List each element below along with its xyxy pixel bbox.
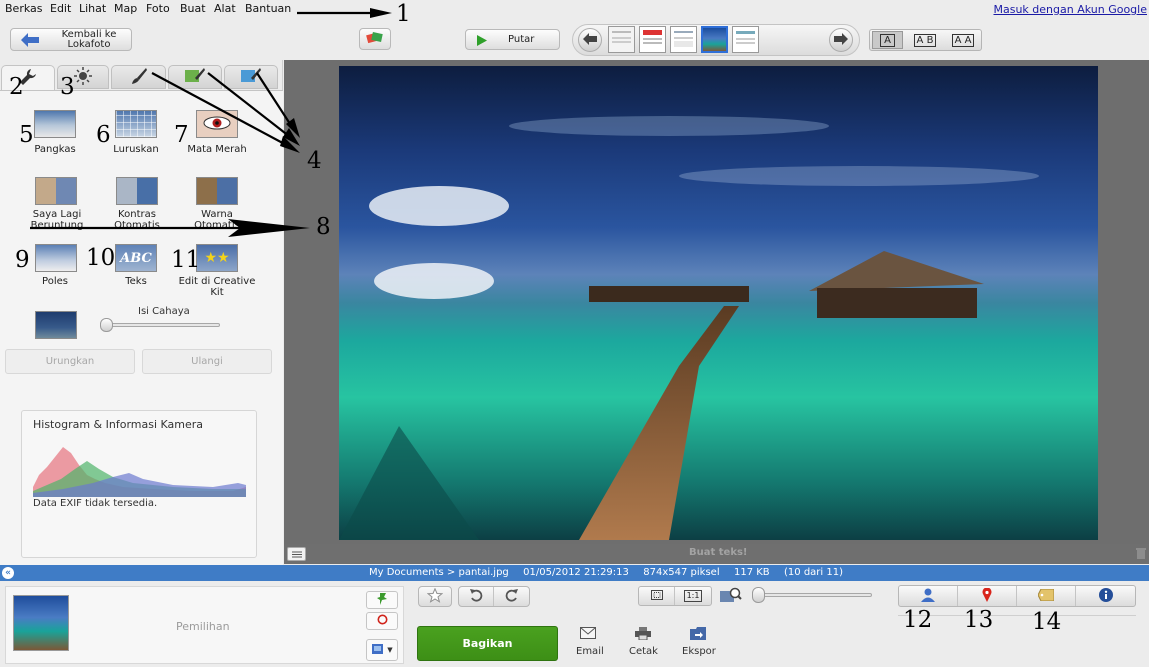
annotation-12: 12 <box>903 607 933 633</box>
annotation-7: 7 <box>174 122 189 148</box>
annotation-14: 14 <box>1032 609 1062 635</box>
annotation-6: 6 <box>96 122 111 148</box>
annotation-9: 9 <box>15 247 30 273</box>
annotation-2: 2 <box>9 74 24 100</box>
annotation-8: 8 <box>316 214 331 240</box>
annotation-11: 11 <box>171 247 201 273</box>
annotation-5: 5 <box>19 122 34 148</box>
annotation-10: 10 <box>86 245 116 271</box>
annotation-3: 3 <box>60 74 75 100</box>
annotation-4: 4 <box>307 148 322 174</box>
annotation-1: 1 <box>396 1 411 27</box>
annotation-arrows <box>30 8 392 237</box>
annotation-13: 13 <box>964 607 994 633</box>
